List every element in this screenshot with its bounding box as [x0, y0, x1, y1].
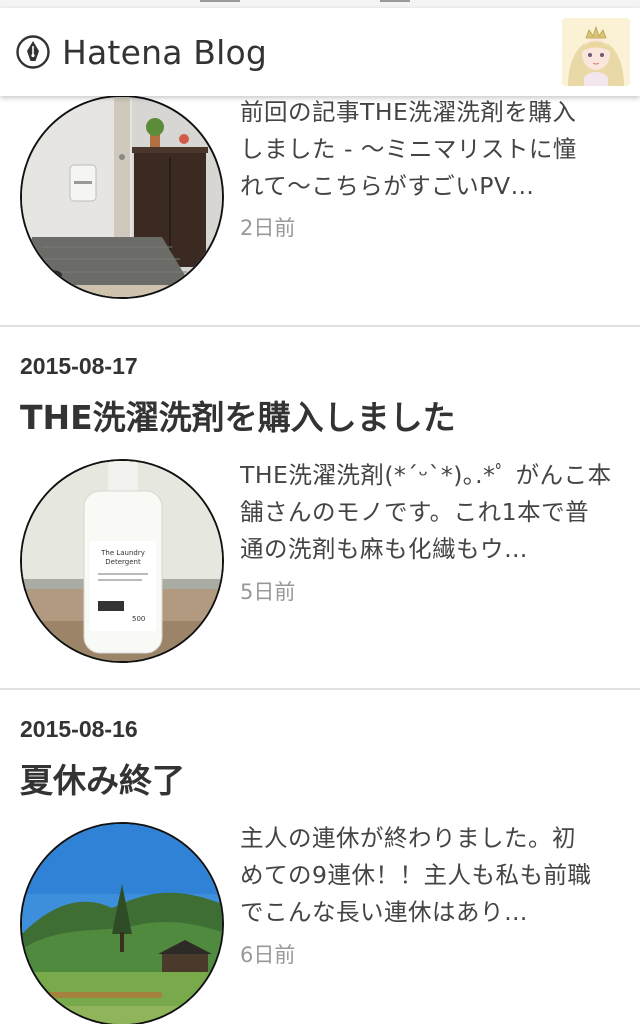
entry-thumbnail-detergent[interactable]: The Laundry Detergent 500	[20, 459, 224, 663]
page: Hatena Blog 前回の記事THE洗濯洗剤を購入 しました - 〜ミニマリ…	[0, 0, 640, 1024]
entry-summary: 主人の連休が終わりました。初 めての9連休！！主人も私も前職 でこんな長い連休は…	[240, 820, 624, 931]
entry-date: 2015-08-16	[20, 716, 138, 742]
entry-time-ago: 6日前	[240, 943, 296, 967]
entrance-photo	[22, 97, 222, 297]
summary-line: THE洗濯洗剤(*ˊᵕˋ*)｡.*ﾟ がんこ本	[240, 461, 612, 489]
entry-date: 2015-08-17	[20, 353, 138, 379]
landscape-photo	[22, 824, 222, 1024]
entry-time-ago: 5日前	[240, 580, 296, 604]
summary-line: れて〜こちらがすごいPV…	[240, 172, 535, 200]
svg-text:Detergent: Detergent	[105, 558, 141, 566]
hatena-pen-icon	[16, 35, 50, 69]
svg-text:500: 500	[132, 615, 145, 623]
app-header: Hatena Blog	[0, 8, 640, 96]
summary-line: 舗さんのモノです。これ1本で普	[240, 498, 590, 526]
summary-line: しました - 〜ミニマリストに憧	[240, 135, 577, 163]
entry-thumbnail-entrance[interactable]	[20, 95, 224, 299]
summary-line: めての9連休！！主人も私も前職	[240, 861, 592, 889]
avatar-illustration	[562, 18, 630, 86]
entry-item[interactable]: 2015-08-16 夏休み終了 主人の連休が終わりました。初 めての9連休！！…	[0, 690, 640, 1024]
detergent-photo: The Laundry Detergent 500	[22, 461, 222, 661]
entry-summary: THE洗濯洗剤(*ˊᵕˋ*)｡.*ﾟ がんこ本 舗さんのモノです。これ1本で普 …	[240, 457, 624, 568]
summary-line: 主人の連休が終わりました。初	[240, 824, 576, 852]
logo-text: Hatena Blog	[62, 32, 268, 72]
entry-item[interactable]: 2015-08-17 THE洗濯洗剤を購入しました The Laundry De…	[0, 327, 640, 690]
entry-summary: 前回の記事THE洗濯洗剤を購入 しました - 〜ミニマリストに憧 れて〜こちらが…	[240, 94, 624, 205]
entry-title[interactable]: THE洗濯洗剤を購入しました	[20, 391, 456, 439]
summary-line: でこんな長い連休はあり…	[240, 898, 528, 926]
entry-time-ago: 2日前	[240, 216, 296, 240]
svg-text:The Laundry: The Laundry	[100, 549, 145, 557]
summary-line: 通の洗剤も麻も化繊もウ…	[240, 535, 528, 563]
summary-line: 前回の記事THE洗濯洗剤を購入	[240, 98, 577, 126]
entry-title[interactable]: 夏休み終了	[20, 754, 185, 802]
entry-thumbnail-landscape[interactable]	[20, 822, 224, 1024]
user-avatar[interactable]	[562, 18, 630, 86]
hatena-blog-logo[interactable]: Hatena Blog	[16, 32, 267, 72]
